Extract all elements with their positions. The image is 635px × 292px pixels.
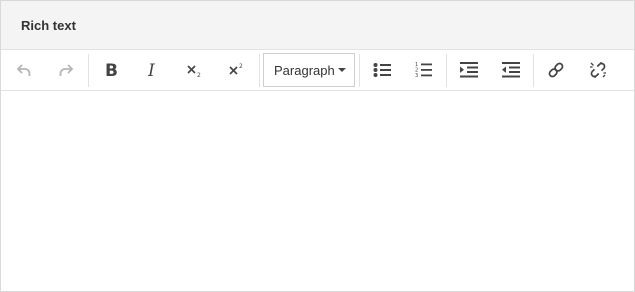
undo-button[interactable] <box>3 50 45 91</box>
unlink-button[interactable] <box>577 50 619 91</box>
editor-content-area[interactable] <box>1 91 634 290</box>
indent-icon <box>460 62 478 78</box>
editor-header: Rich text <box>1 1 634 50</box>
italic-icon: I <box>146 62 160 78</box>
toolbar-separator <box>359 53 360 87</box>
bullet-list-icon <box>373 62 391 78</box>
redo-icon <box>58 62 74 78</box>
undo-icon <box>16 62 32 78</box>
indent-button[interactable] <box>448 50 490 91</box>
toolbar-separator <box>259 53 260 87</box>
outdent-button[interactable] <box>490 50 532 91</box>
subscript-button[interactable]: 2 <box>174 50 216 91</box>
svg-text:2: 2 <box>197 72 201 78</box>
outdent-icon <box>502 62 520 78</box>
superscript-button[interactable]: 2 <box>216 50 258 91</box>
numbered-list-button[interactable]: 1 2 3 <box>403 50 445 91</box>
rich-text-editor: Rich text B I 2 2 Paragraph 1 2 3 <box>0 0 635 292</box>
bullet-list-button[interactable] <box>361 50 403 91</box>
redo-button[interactable] <box>45 50 87 91</box>
toolbar-separator <box>533 53 534 87</box>
link-button[interactable] <box>535 50 577 91</box>
italic-button[interactable]: I <box>132 50 174 91</box>
block-format-value: Paragraph <box>274 62 335 78</box>
svg-text:3: 3 <box>415 73 418 79</box>
editor-toolbar: B I 2 2 Paragraph 1 2 3 <box>1 50 634 91</box>
chevron-down-icon <box>338 68 346 72</box>
svg-text:B: B <box>105 62 118 78</box>
numbered-list-icon: 1 2 3 <box>415 61 433 79</box>
link-icon <box>547 61 565 79</box>
bold-button[interactable]: B <box>90 50 132 91</box>
bold-icon: B <box>104 62 118 78</box>
block-format-select[interactable]: Paragraph <box>263 53 355 87</box>
svg-text:I: I <box>147 62 155 78</box>
svg-text:2: 2 <box>239 63 243 70</box>
toolbar-separator <box>446 53 447 87</box>
unlink-icon <box>589 61 607 79</box>
toolbar-separator <box>88 53 89 87</box>
subscript-icon: 2 <box>186 62 204 78</box>
superscript-icon: 2 <box>228 62 246 78</box>
editor-title: Rich text <box>21 17 76 33</box>
